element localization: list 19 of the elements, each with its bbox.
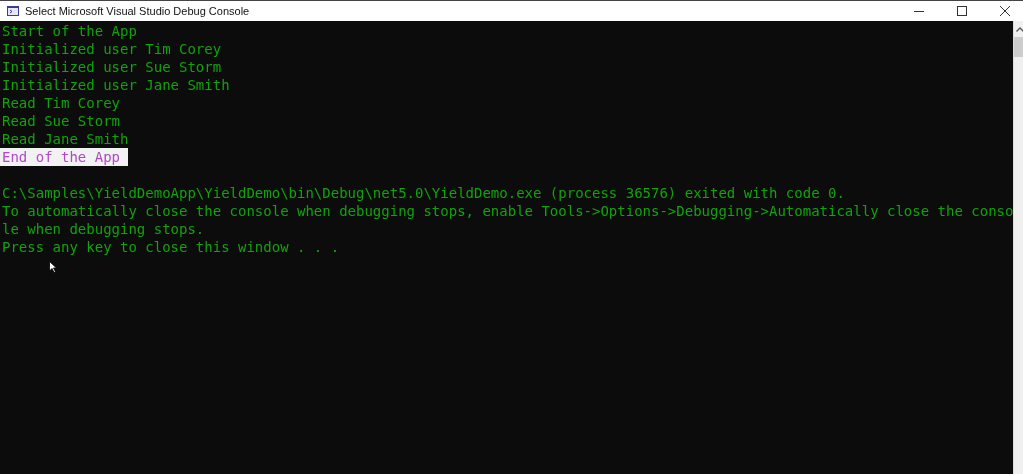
scroll-up-icon[interactable] xyxy=(1016,27,1023,32)
close-icon[interactable] xyxy=(999,6,1010,16)
console-line: le when debugging stops. xyxy=(1,220,205,238)
mouse-pointer-icon xyxy=(49,261,57,273)
console-line: C:\Samples\YieldDemoApp\YieldDemo\bin\Debug\net5.0\YieldDemo.exe (process 36576) exited with code 0. xyxy=(1,184,845,202)
window-title: Select Microsoft Visual Studio Debug Console xyxy=(25,5,250,17)
console-line: To automatically close the console when debugging stops, enable Tools->Options->Debugging->Automatically close the conso xyxy=(1,202,1014,220)
console-line: Initialized user Jane Smith xyxy=(1,76,230,94)
console-line: Read Jane Smith xyxy=(1,130,129,148)
maximize-icon[interactable] xyxy=(956,6,967,16)
scrollbar[interactable] xyxy=(1013,21,1023,474)
console-line: Start of the App xyxy=(1,22,137,40)
console-line: Initialized user Tim Corey xyxy=(1,40,222,58)
console-line: Read Tim Corey xyxy=(1,94,120,112)
console-app-icon xyxy=(7,6,19,16)
console-line: Initialized user Sue Storm xyxy=(1,58,222,76)
console-line: Press any key to close this window . . . xyxy=(1,238,340,256)
scroll-thumb[interactable] xyxy=(1014,37,1023,57)
console-line: Read Sue Storm xyxy=(1,112,120,130)
